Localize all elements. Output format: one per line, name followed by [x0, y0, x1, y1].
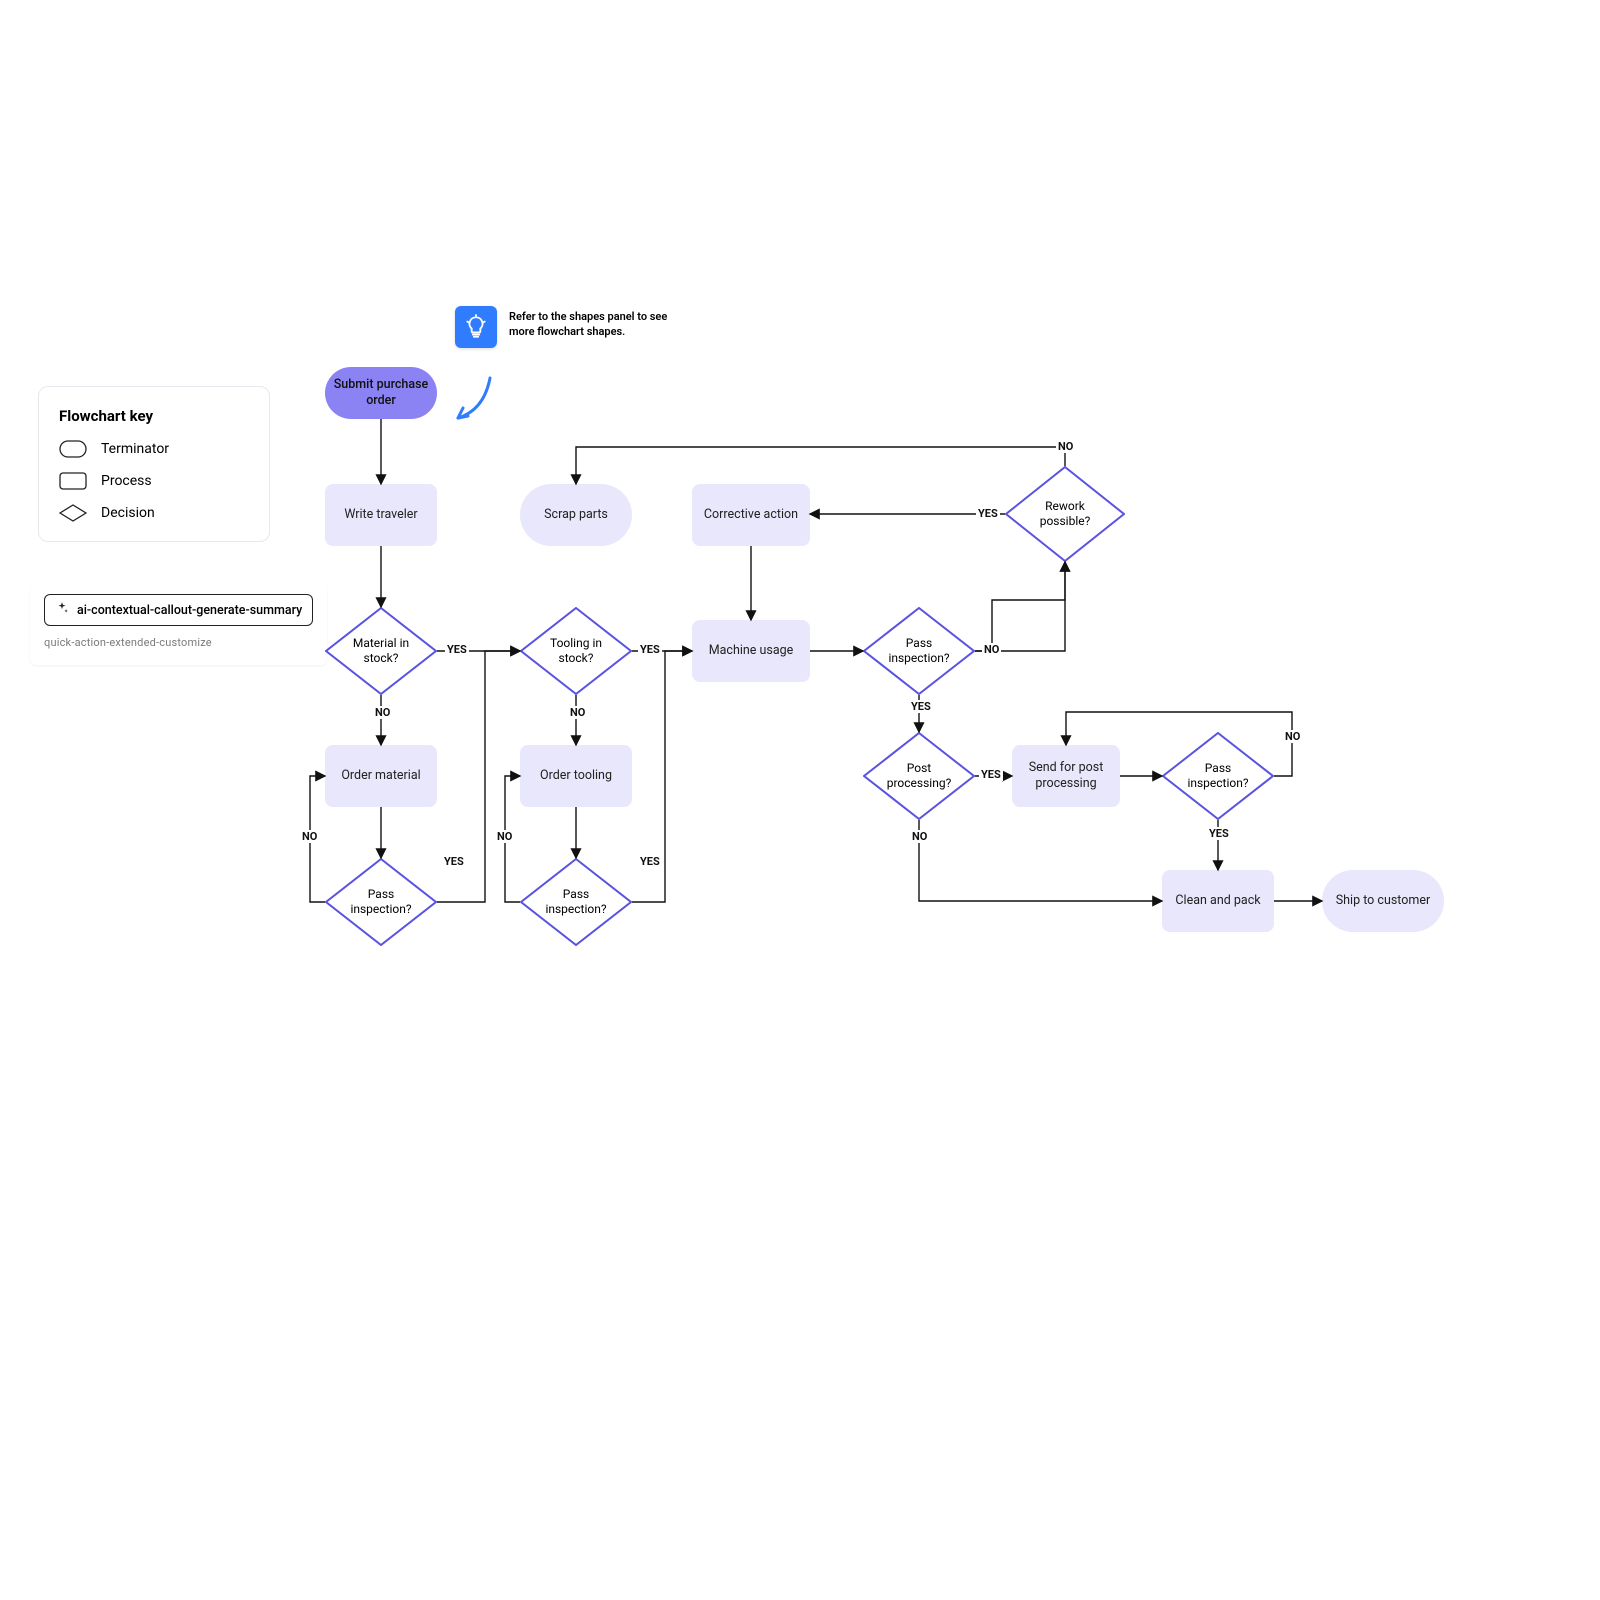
edge-label-no: NO: [495, 830, 514, 843]
legend-item-process: Process: [59, 471, 249, 491]
edge-label-no: NO: [568, 706, 587, 719]
node-pass-inspection-material[interactable]: Pass inspection?: [325, 858, 437, 946]
legend-label: Terminator: [101, 441, 169, 457]
node-post-processing[interactable]: Post processing?: [863, 732, 975, 820]
lightbulb-icon: [455, 306, 497, 348]
legend-item-decision: Decision: [59, 503, 249, 523]
node-ship-customer[interactable]: Ship to customer: [1322, 870, 1444, 932]
edge-label-no: NO: [982, 643, 1001, 656]
legend-label: Process: [101, 473, 152, 489]
process-icon: [59, 471, 87, 491]
edge-label-no: NO: [1056, 440, 1075, 453]
ai-chip-label: ai-contextual-callout-generate-summary: [77, 603, 302, 618]
legend-label: Decision: [101, 505, 155, 521]
node-start[interactable]: Submit purchase order: [325, 367, 437, 419]
node-tooling-stock[interactable]: Tooling in stock?: [520, 607, 632, 695]
ai-generate-summary-button[interactable]: ai-contextual-callout-generate-summary: [44, 594, 313, 626]
node-pass-inspection-tooling[interactable]: Pass inspection?: [520, 858, 632, 946]
node-machine-usage[interactable]: Machine usage: [692, 620, 810, 682]
node-pass-inspection-1[interactable]: Pass inspection?: [863, 607, 975, 695]
node-order-material[interactable]: Order material: [325, 745, 437, 807]
node-corrective-action[interactable]: Corrective action: [692, 484, 810, 546]
node-material-stock[interactable]: Material in stock?: [325, 607, 437, 695]
decision-icon: [59, 503, 87, 523]
edge-label-no: NO: [1283, 730, 1302, 743]
terminator-icon: [59, 439, 87, 459]
edge-label-yes: YES: [638, 643, 662, 656]
flowchart-legend: Flowchart key Terminator Process Decisio…: [38, 386, 270, 542]
edge-label-yes: YES: [909, 700, 933, 713]
legend-item-terminator: Terminator: [59, 439, 249, 459]
tip-text: Refer to the shapes panel to see more fl…: [509, 310, 679, 340]
edge-label-yes: YES: [638, 855, 662, 868]
edge-label-yes: YES: [445, 643, 469, 656]
node-clean-pack[interactable]: Clean and pack: [1162, 870, 1274, 932]
tip-note: Refer to the shapes panel to see more fl…: [455, 306, 679, 348]
ai-callout: ai-contextual-callout-generate-summary q…: [30, 584, 327, 665]
node-rework-possible[interactable]: Rework possible?: [1005, 466, 1125, 562]
pointer-arrow: [444, 374, 504, 434]
sparkle-icon: [55, 601, 69, 619]
node-send-post[interactable]: Send for post processing: [1012, 745, 1120, 807]
connectors: [0, 0, 1600, 1600]
edge-label-yes: YES: [976, 507, 1000, 520]
legend-title: Flowchart key: [59, 407, 249, 425]
edge-label-yes: YES: [979, 768, 1003, 781]
edge-label-no: NO: [300, 830, 319, 843]
node-scrap-parts[interactable]: Scrap parts: [520, 484, 632, 546]
node-pass-inspection-2[interactable]: Pass inspection?: [1162, 732, 1274, 820]
node-order-tooling[interactable]: Order tooling: [520, 745, 632, 807]
edge-label-no: NO: [373, 706, 392, 719]
node-write-traveler[interactable]: Write traveler: [325, 484, 437, 546]
edge-label-yes: YES: [442, 855, 466, 868]
edge-label-yes: YES: [1207, 827, 1231, 840]
ai-customize-label[interactable]: quick-action-extended-customize: [44, 636, 313, 649]
edge-label-no: NO: [910, 830, 929, 843]
